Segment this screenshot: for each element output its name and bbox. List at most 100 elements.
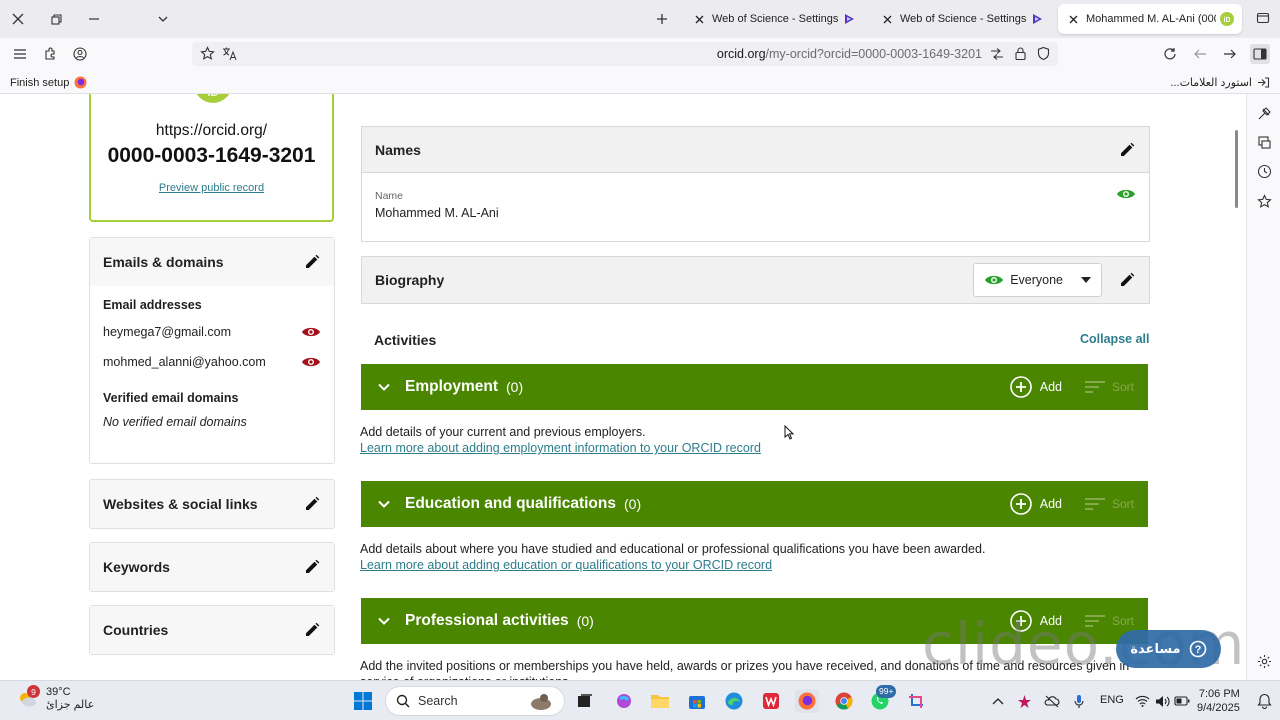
- input-language[interactable]: ENG: [1100, 694, 1124, 706]
- permissions-icon[interactable]: [990, 47, 1004, 61]
- orcid-id-card: iD https://orcid.org/ 0000-0003-1649-320…: [89, 94, 334, 222]
- websites-header: Websites & social links: [90, 480, 334, 528]
- new-tab-plus-icon[interactable]: [652, 9, 672, 29]
- finish-setup-bookmark[interactable]: Finish setup: [10, 76, 87, 89]
- search-highlight-icon: [528, 691, 554, 711]
- edit-pencil-icon[interactable]: [303, 558, 321, 576]
- wifi-icon[interactable]: [1134, 693, 1150, 709]
- education-learn-more-link[interactable]: Learn more about adding education or qua…: [360, 558, 772, 572]
- wps-office-icon[interactable]: [759, 689, 783, 713]
- lock-icon[interactable]: [1014, 46, 1027, 61]
- countries-box: Countries: [89, 605, 335, 655]
- tracking-shield-icon[interactable]: [1037, 46, 1050, 61]
- chevron-down-icon[interactable]: [375, 378, 393, 396]
- onedrive-sync-icon[interactable]: [1044, 693, 1060, 709]
- taskbar-search[interactable]: Search: [385, 686, 565, 716]
- translate-icon[interactable]: [222, 46, 238, 61]
- verified-domains-label: Verified email domains: [103, 391, 239, 405]
- sidebar-settings-gear-icon[interactable]: [1255, 652, 1273, 670]
- close-tab-icon[interactable]: [692, 12, 706, 26]
- synced-tabs-icon[interactable]: [1255, 133, 1273, 151]
- tab-wos-settings-1[interactable]: Web of Science - Settings for a: [684, 4, 864, 34]
- microphone-icon[interactable]: [1071, 693, 1087, 709]
- windows-taskbar: 9 39°C عالم جزائ Search 99+ ENG 7:06 PM …: [0, 680, 1280, 720]
- tab-list-chevron-icon[interactable]: [153, 9, 173, 29]
- email-row: mohmed_alanni@yahoo.com: [103, 355, 321, 369]
- close-tab-icon[interactable]: [1066, 12, 1080, 26]
- clock-date: 9/4/2025: [1197, 702, 1240, 714]
- firefox-taskbar-icon[interactable]: [795, 689, 819, 713]
- biography-panel: Biography Everyone: [361, 256, 1150, 304]
- extensions-icon[interactable]: [40, 44, 60, 64]
- task-view-icon[interactable]: [573, 689, 597, 713]
- edit-pencil-icon[interactable]: [1118, 141, 1136, 159]
- all-tabs-icon[interactable]: [1256, 11, 1272, 27]
- employment-section-header[interactable]: Employment (0) Add Sort: [361, 364, 1148, 410]
- close-window-icon[interactable]: [8, 9, 28, 29]
- forward-arrow-icon[interactable]: [1220, 44, 1240, 64]
- names-panel: Names Name Mohammed M. AL-Ani: [361, 126, 1150, 242]
- account-icon[interactable]: [70, 44, 90, 64]
- back-arrow-icon[interactable]: [1190, 44, 1210, 64]
- restore-window-icon[interactable]: [46, 9, 66, 29]
- minimize-window-icon[interactable]: [84, 9, 104, 29]
- bookmark-star-icon[interactable]: [200, 46, 215, 61]
- import-bookmarks-label: استورد العلامات...: [1170, 77, 1252, 89]
- microsoft-store-icon[interactable]: [685, 689, 709, 713]
- clock-time: 7:06 PM: [1198, 688, 1240, 700]
- import-bookmarks-item[interactable]: استورد العلامات...: [1170, 76, 1270, 89]
- add-education-button[interactable]: Add: [1009, 493, 1062, 515]
- edit-pencil-icon[interactable]: [303, 495, 321, 513]
- edit-pencil-icon[interactable]: [1118, 271, 1136, 289]
- volume-icon[interactable]: [1154, 693, 1170, 709]
- browser-tab-strip: Web of Science - Settings for a Web of S…: [0, 0, 1280, 38]
- close-tab-icon[interactable]: [880, 12, 894, 26]
- weather-widget[interactable]: 9 39°C عالم جزائ: [16, 685, 94, 712]
- add-label: Add: [1039, 497, 1062, 511]
- battery-icon[interactable]: [1174, 693, 1190, 709]
- copilot-icon[interactable]: [612, 689, 636, 713]
- name-field-value: Mohammed M. AL-Ani: [375, 206, 499, 220]
- tab-wos-settings-2[interactable]: Web of Science - Settings for a: [872, 4, 1052, 34]
- reload-icon[interactable]: [1160, 44, 1180, 64]
- finish-setup-label: Finish setup: [10, 76, 70, 89]
- chevron-down-icon[interactable]: [375, 612, 393, 630]
- preview-public-record-link[interactable]: Preview public record: [91, 182, 332, 194]
- notifications-bell-icon[interactable]: [1254, 691, 1274, 711]
- private-eye-icon[interactable]: [301, 325, 321, 339]
- scrollbar-thumb[interactable]: [1235, 130, 1238, 208]
- employment-learn-more-link[interactable]: Learn more about adding employment infor…: [360, 441, 761, 455]
- visibility-dropdown[interactable]: Everyone: [973, 263, 1102, 297]
- history-clock-icon[interactable]: [1255, 162, 1273, 180]
- bookmarks-star-icon[interactable]: [1255, 192, 1273, 210]
- education-section-header[interactable]: Education and qualifications (0) Add Sor…: [361, 481, 1148, 527]
- email-address: heymega7@gmail.com: [103, 325, 232, 339]
- url-bar[interactable]: orcid.org/my-orcid?orcid=0000-0003-1649-…: [192, 42, 1058, 66]
- edge-browser-icon[interactable]: [722, 689, 746, 713]
- countries-header: Countries: [90, 606, 334, 654]
- collapse-all-link[interactable]: Collapse all: [1080, 332, 1149, 346]
- keywords-header: Keywords: [90, 543, 334, 591]
- page-scrollbar[interactable]: [1232, 94, 1242, 680]
- help-button[interactable]: مساعدة ?: [1116, 630, 1221, 668]
- file-explorer-icon[interactable]: [648, 689, 672, 713]
- visible-eye-icon[interactable]: [1116, 187, 1136, 201]
- chevron-down-icon[interactable]: [375, 495, 393, 513]
- ai-chatbot-icon[interactable]: [1255, 104, 1273, 122]
- add-employment-button[interactable]: Add: [1009, 376, 1062, 398]
- edit-pencil-icon[interactable]: [303, 621, 321, 639]
- snipping-tool-icon[interactable]: [905, 689, 929, 713]
- sidebar-toggle-icon[interactable]: [10, 44, 30, 64]
- sort-employment-button[interactable]: Sort: [1084, 380, 1134, 394]
- tab-orcid-record[interactable]: Mohammed M. AL-Ani (0000-0 iD: [1058, 4, 1242, 34]
- tray-app-icon[interactable]: [1016, 693, 1032, 709]
- edit-pencil-icon[interactable]: [303, 253, 321, 271]
- system-clock[interactable]: 7:06 PM 9/4/2025: [1197, 687, 1240, 715]
- windows-start-icon[interactable]: [351, 689, 375, 713]
- private-eye-icon[interactable]: [301, 355, 321, 369]
- show-hidden-icons-chevron-icon[interactable]: [990, 693, 1006, 709]
- clarivate-favicon-icon: [842, 12, 856, 26]
- sort-education-button[interactable]: Sort: [1084, 497, 1134, 511]
- chrome-icon[interactable]: [832, 689, 856, 713]
- sidebar-panel-icon[interactable]: [1250, 44, 1270, 64]
